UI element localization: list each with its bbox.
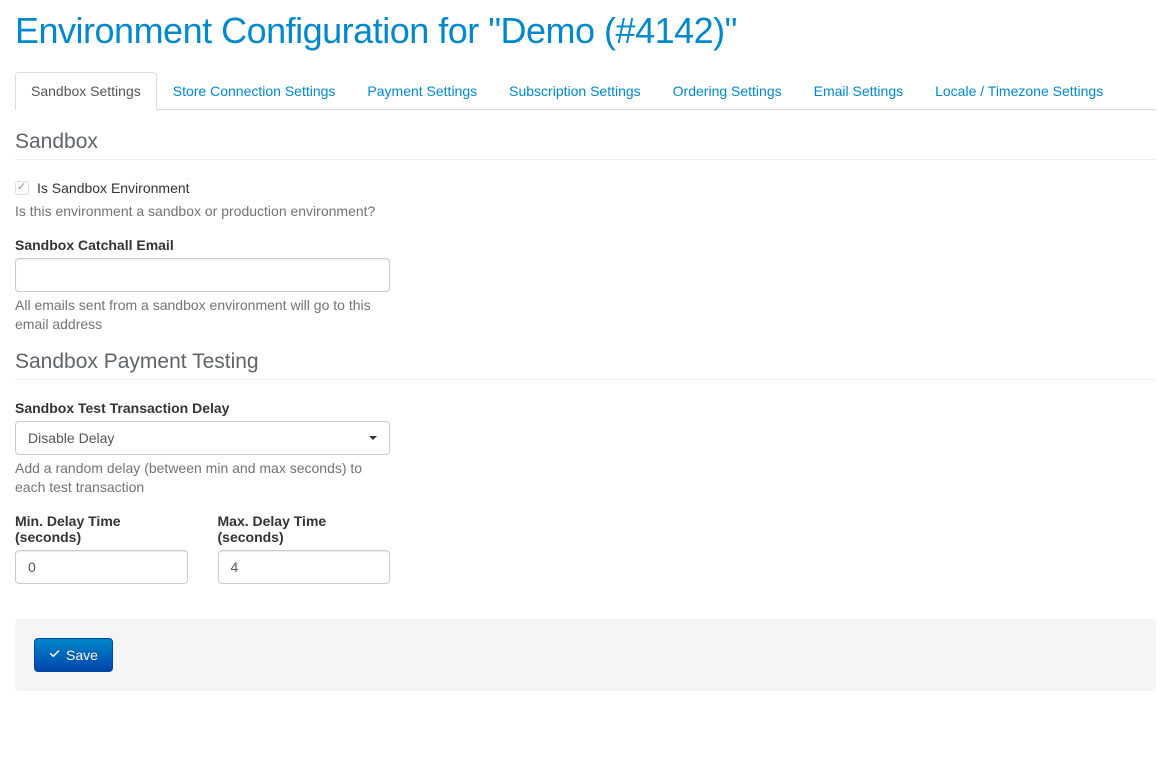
save-button[interactable]: Save [34, 638, 113, 672]
catchall-email-label: Sandbox Catchall Email [15, 237, 390, 253]
tab-ordering-settings[interactable]: Ordering Settings [657, 72, 798, 110]
tabs-list: Sandbox Settings Store Connection Settin… [15, 72, 1156, 109]
transaction-delay-select[interactable]: Disable Delay [15, 421, 390, 455]
tab-payment-settings[interactable]: Payment Settings [351, 72, 493, 110]
save-button-label: Save [66, 647, 98, 663]
caret-down-icon [369, 436, 377, 440]
is-sandbox-checkbox[interactable] [15, 181, 29, 195]
transaction-delay-help: Add a random delay (between min and max … [15, 459, 390, 498]
catchall-email-input[interactable] [15, 258, 390, 292]
is-sandbox-label: Is Sandbox Environment [37, 180, 190, 196]
tab-store-connection-settings[interactable]: Store Connection Settings [157, 72, 352, 110]
min-delay-label: Min. Delay Time (seconds) [15, 513, 188, 545]
transaction-delay-selected: Disable Delay [28, 430, 114, 446]
section-heading-sandbox: Sandbox [15, 130, 1156, 160]
page-title: Environment Configuration for "Demo (#41… [15, 10, 1156, 52]
tabs-nav: Sandbox Settings Store Connection Settin… [15, 72, 1156, 110]
catchall-email-help: All emails sent from a sandbox environme… [15, 296, 390, 335]
min-delay-input[interactable] [15, 550, 188, 584]
is-sandbox-help: Is this environment a sandbox or product… [15, 202, 390, 222]
tab-locale-timezone-settings[interactable]: Locale / Timezone Settings [919, 72, 1119, 110]
transaction-delay-label: Sandbox Test Transaction Delay [15, 400, 390, 416]
tab-sandbox-settings[interactable]: Sandbox Settings [15, 72, 157, 110]
max-delay-input[interactable] [218, 550, 391, 584]
section-heading-payment-testing: Sandbox Payment Testing [15, 350, 1156, 380]
check-icon [49, 649, 61, 661]
max-delay-label: Max. Delay Time (seconds) [218, 513, 391, 545]
tab-subscription-settings[interactable]: Subscription Settings [493, 72, 657, 110]
footer-bar: Save [15, 619, 1156, 691]
tab-email-settings[interactable]: Email Settings [798, 72, 919, 110]
